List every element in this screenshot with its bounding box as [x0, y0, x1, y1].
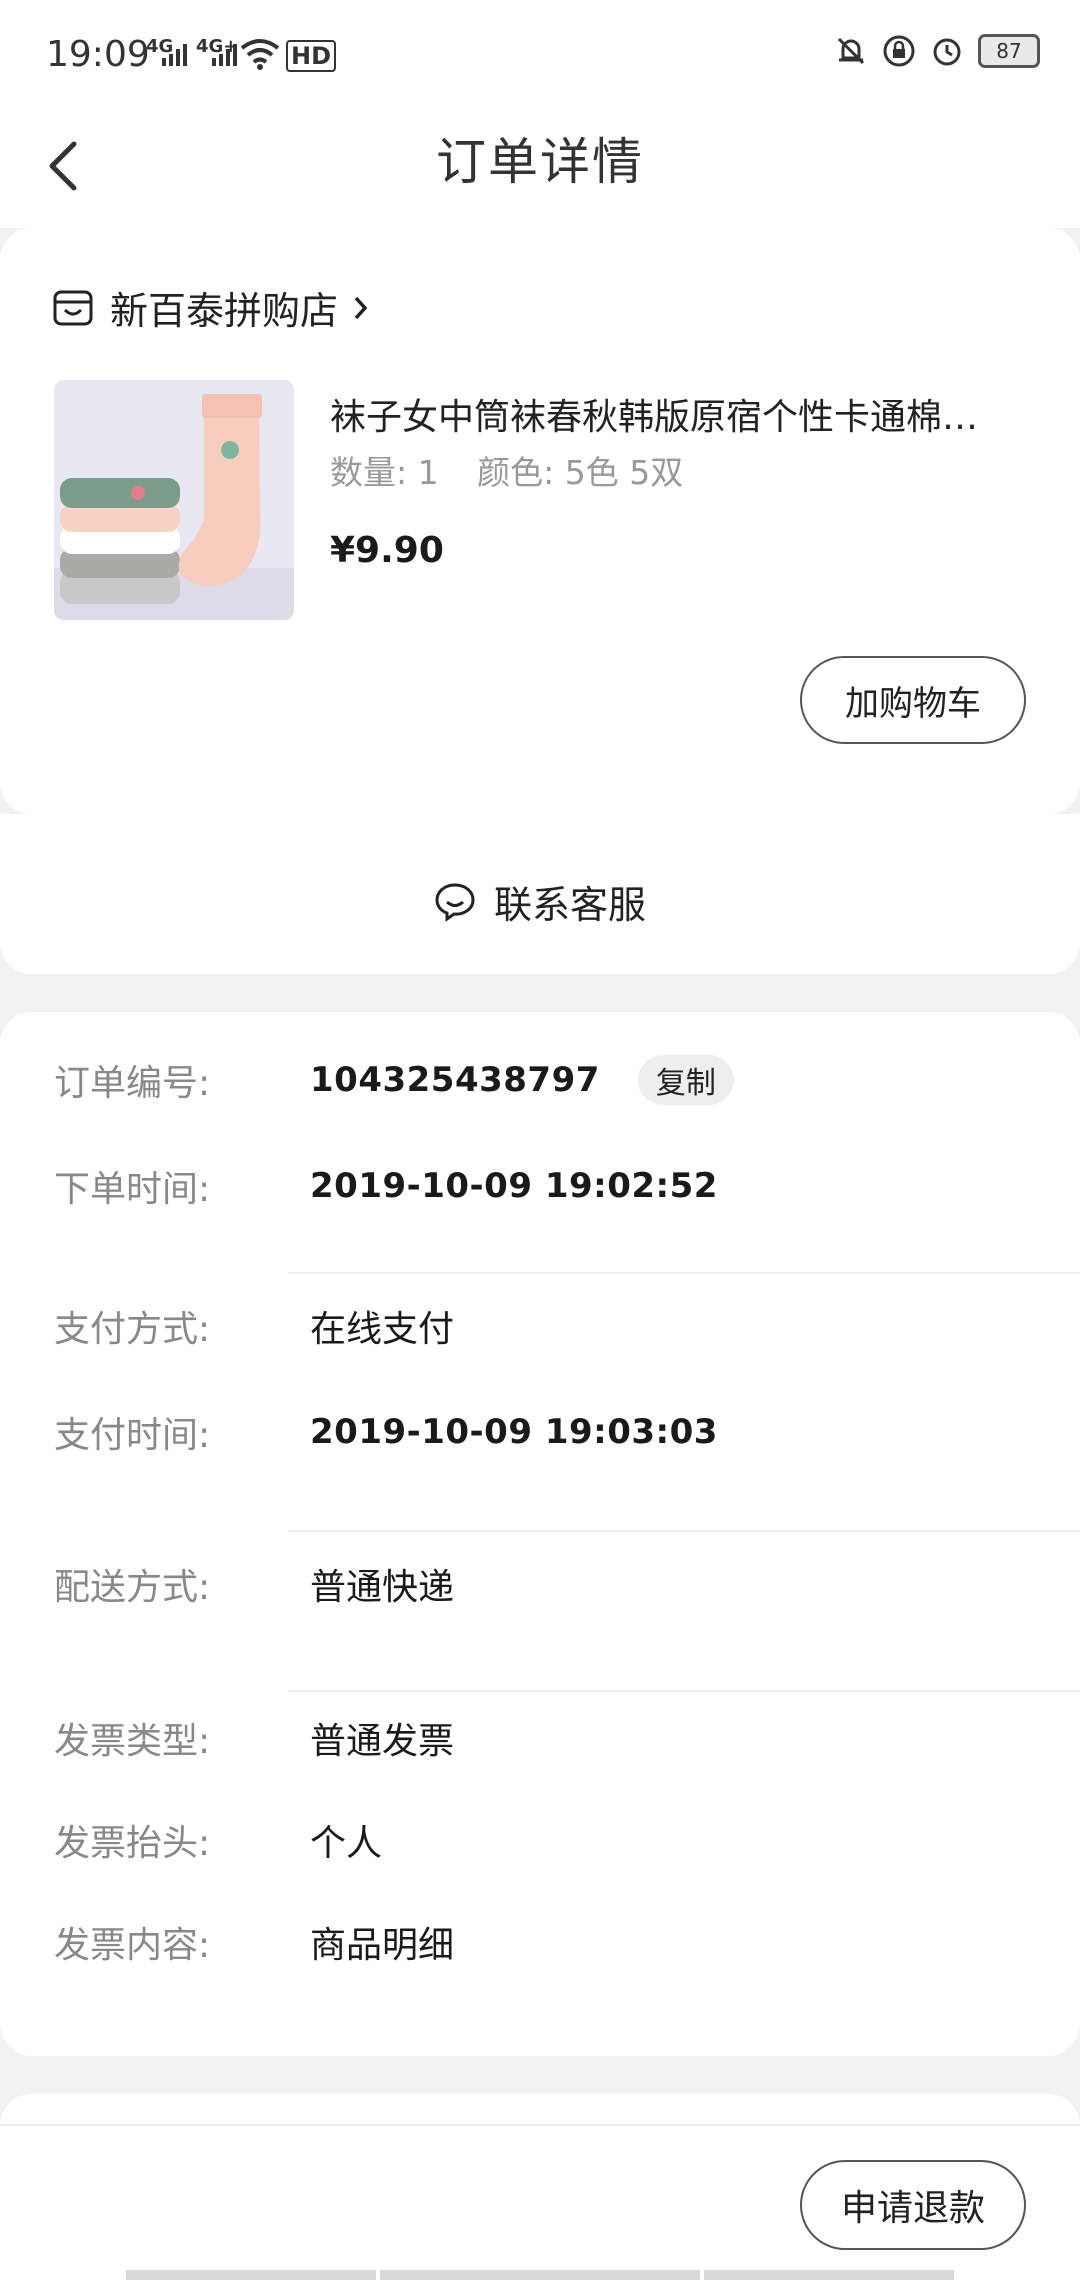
delivery-row: 配送方式: 普通快递	[54, 1558, 454, 1610]
lock-rotation-icon	[883, 35, 915, 67]
invoice-content-value: 商品明细	[310, 1925, 455, 1966]
invoice-type-row: 发票类型: 普通发票	[54, 1712, 454, 1764]
app-header: 订单详情	[0, 110, 1080, 228]
pay-time-row: 支付时间: 2019-10-09 19:03:03	[54, 1406, 718, 1458]
alarm-icon	[933, 38, 961, 66]
contact-service-label: 联系客服	[493, 883, 646, 927]
product-spec: 数量: 1 颜色: 5色 5双	[330, 446, 711, 494]
page-title: 订单详情	[436, 133, 644, 191]
product-color: 颜色: 5色 5双	[477, 453, 684, 492]
shop-name: 新百泰拼购店	[110, 289, 339, 333]
store-icon	[53, 290, 93, 325]
divider	[288, 1690, 1080, 1692]
invoice-content-row: 发票内容: 商品明细	[54, 1916, 454, 1968]
status-icons: 87	[834, 34, 1040, 68]
invoice-title-row: 发票抬头: 个人	[54, 1814, 382, 1866]
status-bar: 19:09 4G 4G+ HD 87	[0, 0, 1080, 110]
invoice-title-label: 发票抬头:	[54, 1823, 211, 1864]
nav-hint	[380, 2270, 700, 2280]
order-number-row: 订单编号: 104325438797 复制	[54, 1054, 734, 1106]
contact-service-button[interactable]: 联系客服	[0, 874, 1080, 929]
product-card: 新百泰拼购店 袜子女中筒袜春秋韩版原宿个性卡通棉… 数量: 1 颜色: 5色 5…	[0, 228, 1080, 814]
product-price: ¥9.90	[330, 530, 444, 571]
shop-link[interactable]: 新百泰拼购店	[52, 280, 370, 335]
signal-icon	[162, 44, 187, 66]
order-number-label: 订单编号:	[54, 1063, 211, 1104]
bottom-divider	[0, 2124, 1080, 2126]
add-to-cart-button[interactable]: 加购物车	[800, 656, 1026, 744]
delivery-value: 普通快递	[310, 1567, 455, 1608]
order-time-value: 2019-10-09 19:02:52	[310, 1166, 718, 1206]
copy-button[interactable]: 复制	[637, 1055, 734, 1105]
chat-icon	[435, 882, 475, 922]
order-info-card: 订单编号: 104325438797 复制 下单时间: 2019-10-09 1…	[0, 1012, 1080, 2056]
delivery-label: 配送方式:	[54, 1567, 211, 1608]
bell-muted-icon	[837, 37, 865, 65]
refund-button[interactable]: 申请退款	[800, 2160, 1026, 2250]
wifi-icon	[240, 39, 280, 70]
invoice-content-label: 发票内容:	[54, 1925, 211, 1966]
signal-icon-2	[212, 44, 237, 66]
nav-hint	[126, 2270, 376, 2280]
pay-method-value: 在线支付	[310, 1309, 455, 1350]
product-quantity: 数量: 1	[330, 453, 439, 492]
status-time: 19:09	[46, 34, 150, 75]
invoice-title-value: 个人	[310, 1823, 383, 1864]
invoice-type-label: 发票类型:	[54, 1721, 211, 1762]
nav-hint	[704, 2270, 954, 2280]
contact-service-section: 联系客服	[0, 814, 1080, 974]
product-image[interactable]	[54, 380, 294, 620]
socks-image	[54, 380, 294, 620]
chevron-right-icon	[354, 296, 368, 319]
divider	[288, 1530, 1080, 1532]
order-time-label: 下单时间:	[54, 1169, 211, 1210]
order-number-value: 104325438797	[310, 1060, 600, 1100]
pay-time-label: 支付时间:	[54, 1415, 211, 1456]
order-time-row: 下单时间: 2019-10-09 19:02:52	[54, 1160, 718, 1212]
pay-method-row: 支付方式: 在线支付	[54, 1300, 454, 1352]
divider	[288, 1272, 1080, 1274]
pay-time-value: 2019-10-09 19:03:03	[310, 1412, 718, 1452]
pay-method-label: 支付方式:	[54, 1309, 211, 1350]
hd-badge: HD	[286, 40, 337, 72]
product-title[interactable]: 袜子女中筒袜春秋韩版原宿个性卡通棉…	[330, 388, 1030, 440]
battery-indicator: 87	[978, 34, 1040, 68]
invoice-type-value: 普通发票	[310, 1721, 455, 1762]
bottom-action-bar: 申请退款	[0, 2094, 1080, 2280]
